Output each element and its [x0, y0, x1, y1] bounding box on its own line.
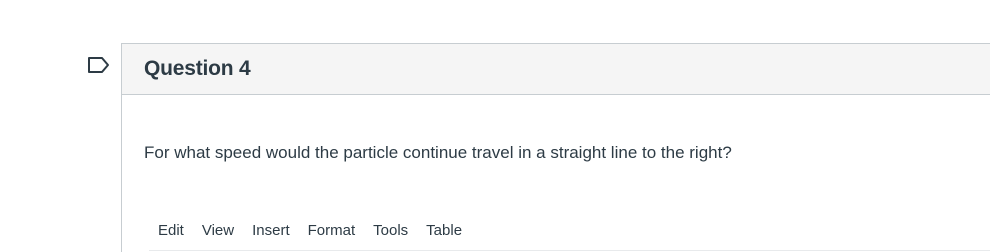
- quiz-page: Question 4 For what speed would the part…: [0, 0, 990, 252]
- question-card: Question 4 For what speed would the part…: [121, 43, 990, 252]
- flag-question-button[interactable]: [86, 56, 112, 78]
- question-header: Question 4: [122, 44, 990, 95]
- menu-view[interactable]: View: [193, 218, 243, 243]
- menu-edit[interactable]: Edit: [149, 218, 193, 243]
- editor-menubar: Edit View Insert Format Tools Table: [149, 218, 471, 243]
- editor-divider: [149, 250, 990, 251]
- menu-format[interactable]: Format: [299, 218, 365, 243]
- menu-table[interactable]: Table: [417, 218, 471, 243]
- question-title: Question 4: [144, 57, 251, 80]
- menu-tools[interactable]: Tools: [364, 218, 417, 243]
- menu-insert[interactable]: Insert: [243, 218, 299, 243]
- question-text: For what speed would the particle contin…: [144, 143, 732, 162]
- flag-question-icon: [87, 56, 111, 79]
